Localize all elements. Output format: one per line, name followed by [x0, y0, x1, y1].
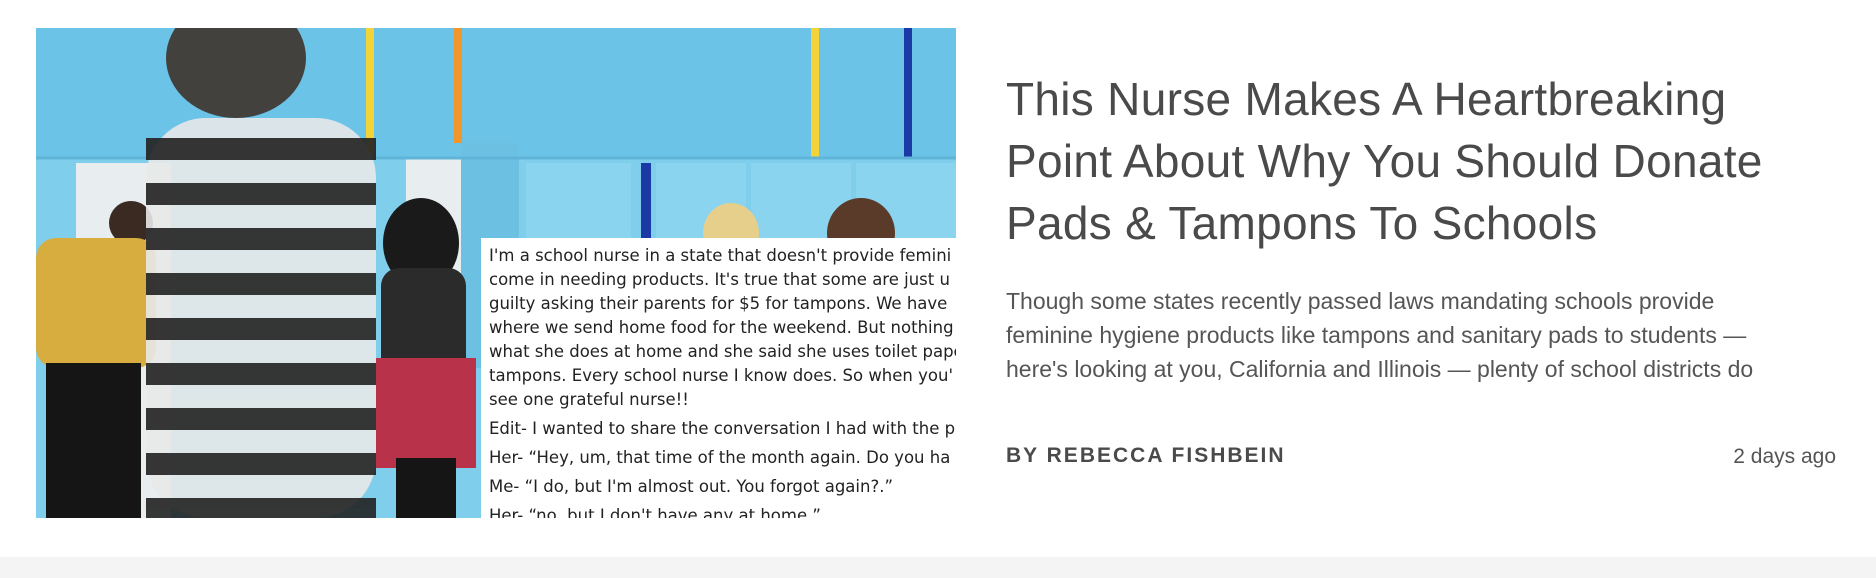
- overlay-line: tampons. Every school nurse I know does.…: [489, 366, 953, 385]
- publish-date: 2 days ago: [1733, 445, 1836, 468]
- excerpt-line: Though some states recently passed laws …: [1006, 288, 1715, 314]
- overlay-line: where we send home food for the weekend.…: [489, 318, 954, 337]
- excerpt-line: feminine hygiene products like tampons a…: [1006, 322, 1747, 348]
- overlay-line: see one grateful nurse!!: [489, 390, 689, 409]
- overlay-line: come in needing products. It's true that…: [489, 270, 950, 289]
- article-thumbnail[interactable]: I'm a school nurse in a state that doesn…: [36, 28, 956, 518]
- title-line: Point About Why You Should Donate: [1006, 135, 1763, 187]
- overlay-line: guilty asking their parents for $5 for t…: [489, 294, 948, 313]
- article-card[interactable]: I'm a school nurse in a state that doesn…: [0, 0, 1876, 557]
- author-link[interactable]: REBECCA FISHBEIN: [1047, 444, 1286, 467]
- title-line: Pads & Tampons To Schools: [1006, 197, 1598, 249]
- screenshot-text-overlay: I'm a school nurse in a state that doesn…: [481, 238, 956, 518]
- excerpt-line: here's looking at you, California and Il…: [1006, 356, 1754, 382]
- overlay-line: what she does at home and she said she u…: [489, 342, 956, 361]
- article-excerpt: Though some states recently passed laws …: [1006, 284, 1836, 386]
- overlay-dialogue-line: Edit- I wanted to share the conversation…: [489, 419, 956, 438]
- article-content: This Nurse Makes A Heartbreaking Point A…: [1006, 0, 1836, 557]
- title-line: This Nurse Makes A Heartbreaking: [1006, 73, 1727, 125]
- overlay-dialogue-line: Me- “I do, but I'm almost out. You forgo…: [489, 477, 894, 496]
- article-byline: BY REBECCA FISHBEIN: [1006, 444, 1286, 468]
- overlay-dialogue-line: Her- “Hey, um, that time of the month ag…: [489, 448, 951, 467]
- article-title[interactable]: This Nurse Makes A Heartbreaking Point A…: [1006, 68, 1836, 254]
- byline-prefix: BY: [1006, 444, 1047, 467]
- overlay-line: I'm a school nurse in a state that doesn…: [489, 246, 952, 265]
- section-divider: [0, 557, 1876, 578]
- overlay-dialogue-line: Her- “no, but I don't have any at home.”: [489, 506, 821, 518]
